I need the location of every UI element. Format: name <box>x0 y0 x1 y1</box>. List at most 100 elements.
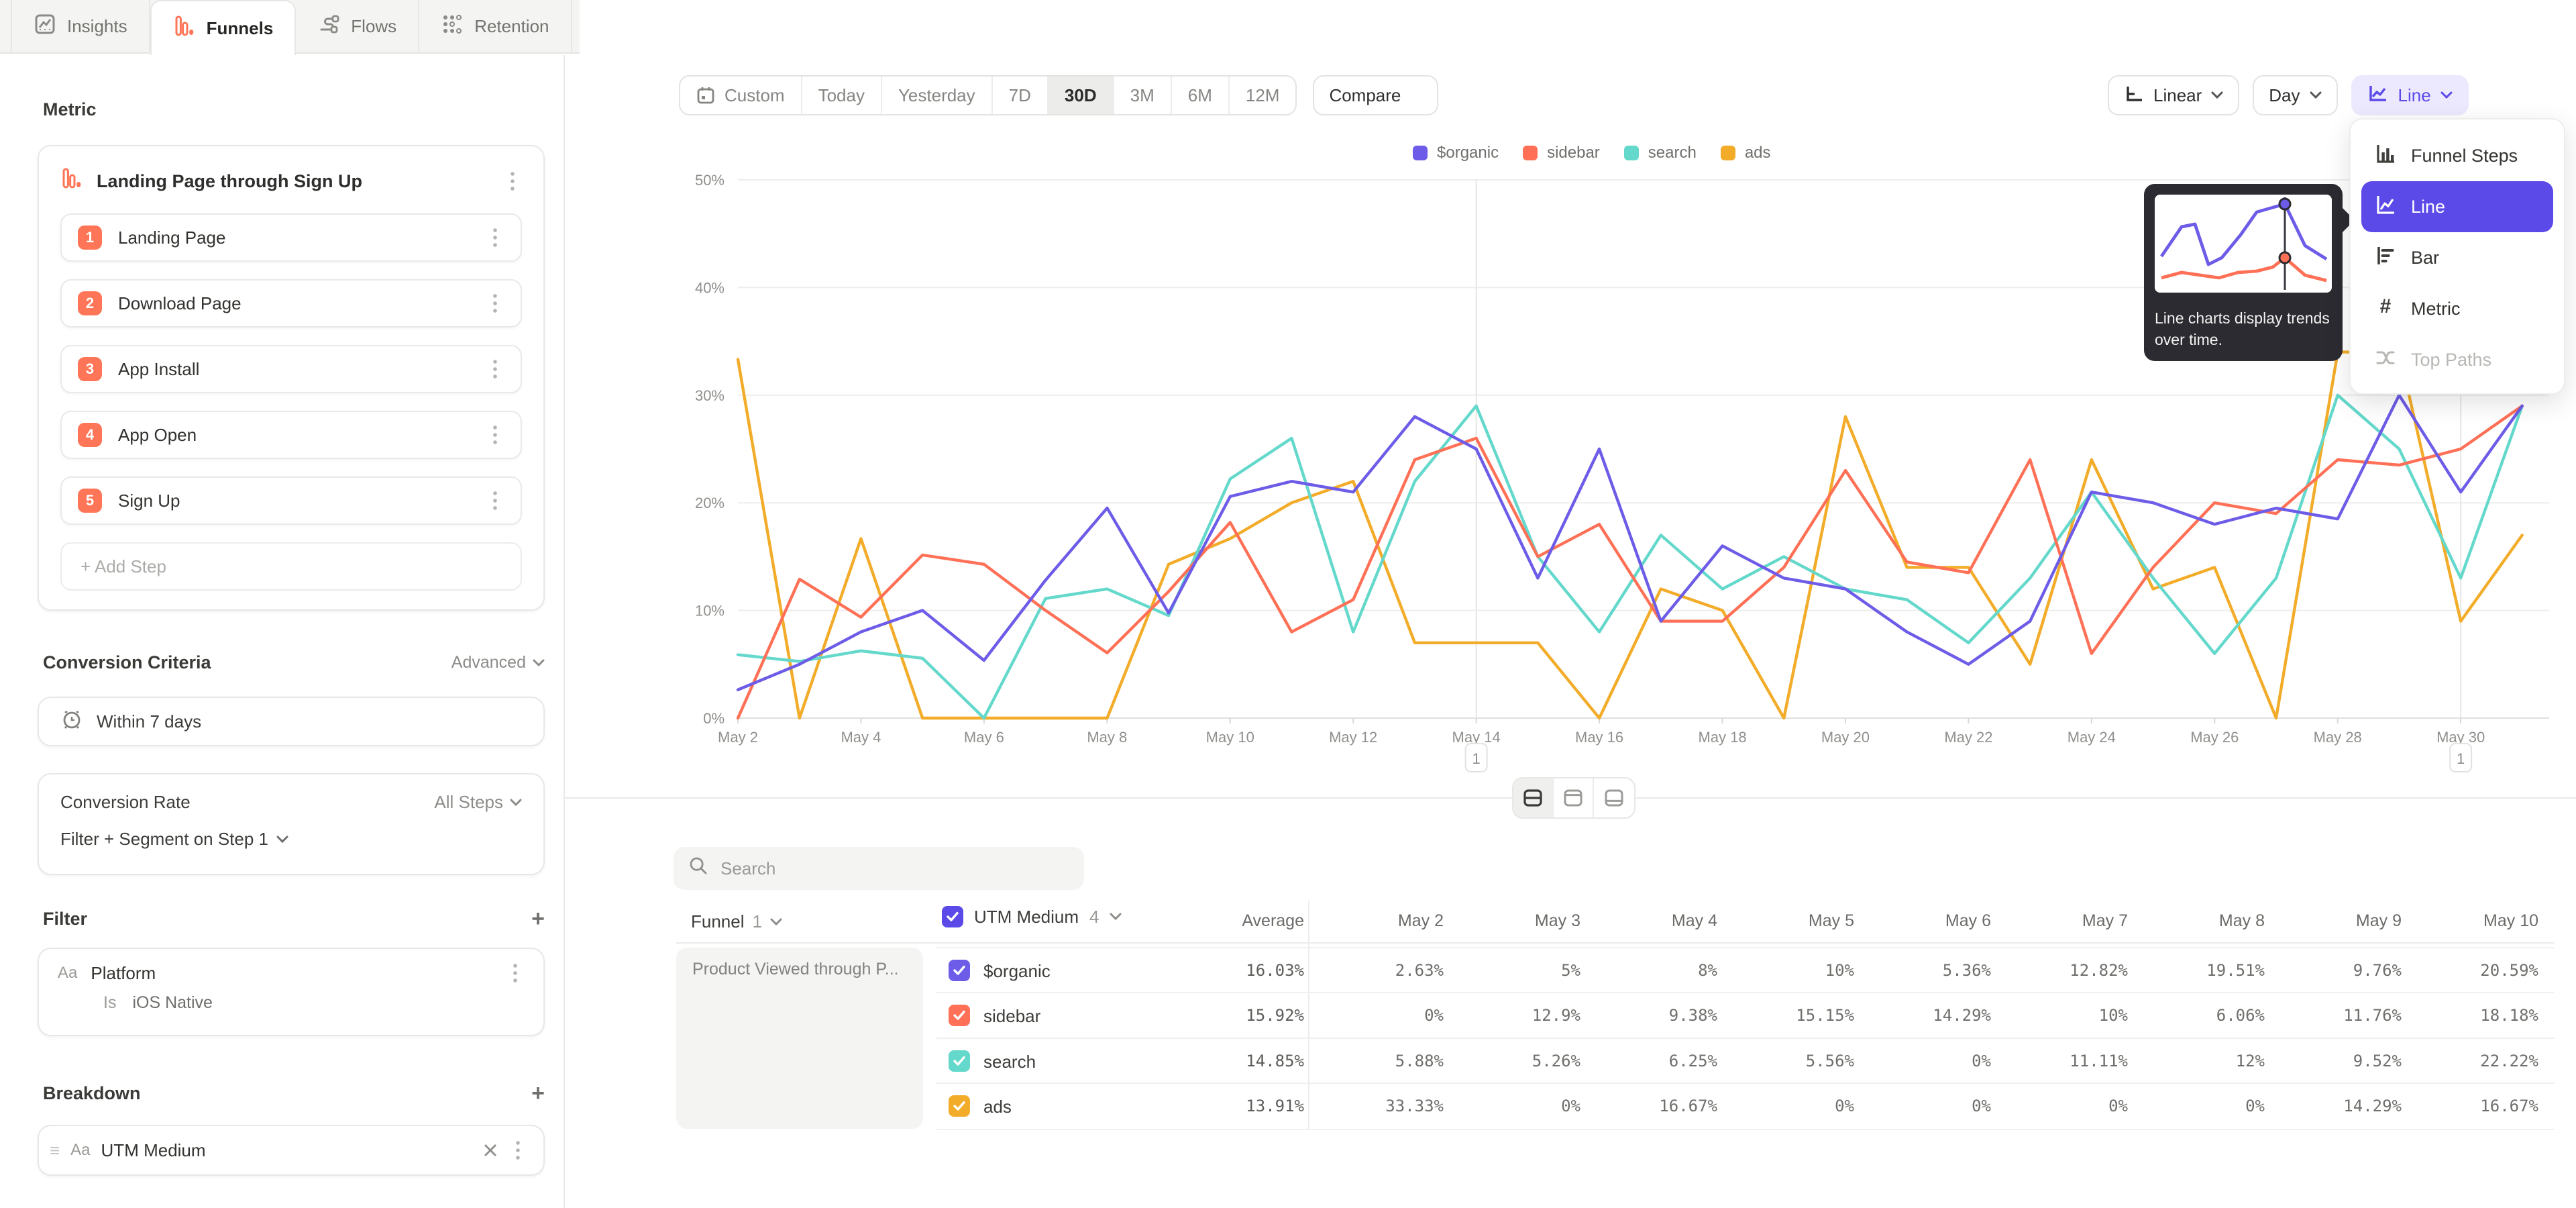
kebab-icon[interactable] <box>486 227 504 248</box>
kebab-icon[interactable] <box>486 490 504 511</box>
tab-retention[interactable]: Retention <box>419 0 572 52</box>
all-steps-dropdown[interactable]: All Steps <box>434 792 522 813</box>
series-checkbox[interactable] <box>949 960 970 981</box>
column-header[interactable]: May 4 <box>1594 911 1717 931</box>
tab-label: Flows <box>351 16 396 37</box>
table-value: 16.67% <box>1594 1097 1717 1115</box>
kebab-icon[interactable] <box>486 358 504 380</box>
column-header[interactable]: May 9 <box>2278 911 2402 931</box>
range-yesterday[interactable]: Yesterday <box>882 77 993 114</box>
conversion-window-value: Within 7 days <box>97 711 201 732</box>
svg-text:May 10: May 10 <box>1206 729 1254 746</box>
column-header[interactable]: May 3 <box>1457 911 1580 931</box>
kebab-icon[interactable] <box>503 170 522 192</box>
menu-item-bar[interactable]: Bar <box>2361 232 2553 283</box>
table-value: 2.63% <box>1320 961 1444 980</box>
funnel-step-4[interactable]: 4App Open <box>60 411 522 459</box>
filter-segment-dropdown[interactable]: Filter + Segment on Step 1 <box>60 829 522 850</box>
add-step-button[interactable]: + Add Step <box>60 542 522 591</box>
add-filter-button[interactable]: + <box>531 907 545 930</box>
breakdown-heading: Breakdown + <box>43 1082 545 1105</box>
conversion-window-card[interactable]: Within 7 days <box>38 697 545 746</box>
range-6m[interactable]: 6M <box>1172 77 1230 114</box>
table-row: search14.85%5.88%5.26%6.25%5.56%0%11.11%… <box>564 1038 2576 1084</box>
string-type-icon: Aa <box>70 1141 90 1160</box>
svg-text:30%: 30% <box>695 387 724 404</box>
column-header[interactable]: May 6 <box>1868 911 1991 931</box>
annotation-badge[interactable]: 1 <box>2450 744 2471 772</box>
kebab-icon[interactable] <box>486 293 504 314</box>
legend-item[interactable]: $organic <box>1413 144 1499 162</box>
breakdown-property[interactable]: UTM Medium <box>101 1140 472 1161</box>
legend-label: search <box>1648 144 1697 162</box>
legend-label: $organic <box>1437 144 1499 162</box>
series-checkbox[interactable] <box>949 1095 970 1117</box>
search-icon <box>688 856 708 881</box>
svg-text:May 16: May 16 <box>1575 729 1623 746</box>
annotation-badge[interactable]: 1 <box>1466 744 1487 772</box>
menu-item-label: Line <box>2411 197 2445 217</box>
scale-dropdown[interactable]: Linear <box>2108 75 2239 115</box>
column-header[interactable]: May 2 <box>1320 911 1444 931</box>
menu-item-metric[interactable]: #Metric <box>2361 283 2553 334</box>
kebab-icon[interactable] <box>508 1140 527 1161</box>
step-label: App Open <box>118 425 470 446</box>
tab-funnels[interactable]: Funnels <box>150 0 297 55</box>
add-breakdown-button[interactable]: + <box>531 1082 545 1105</box>
interval-dropdown[interactable]: Day <box>2253 75 2337 115</box>
layout-chart-only-button[interactable] <box>1554 778 1594 817</box>
range-30d[interactable]: 30D <box>1049 77 1114 114</box>
funnel-step-3[interactable]: 3App Install <box>60 345 522 393</box>
legend-item[interactable]: sidebar <box>1523 144 1600 162</box>
series-checkbox[interactable] <box>949 1050 970 1072</box>
chart-controls: Linear Day Line <box>2108 75 2469 115</box>
advanced-dropdown[interactable]: Advanced <box>451 653 545 672</box>
legend-item[interactable]: ads <box>1721 144 1771 162</box>
range-today[interactable]: Today <box>802 77 882 114</box>
tab-insights[interactable]: Insights <box>11 0 150 52</box>
funnel-step-2[interactable]: 2Download Page <box>60 279 522 328</box>
table-value: 13.91% <box>1181 1097 1304 1115</box>
table-search <box>674 847 1084 890</box>
filter-operator[interactable]: Is <box>103 993 116 1013</box>
column-header[interactable]: May 8 <box>2141 911 2265 931</box>
funnel-name[interactable]: Landing Page through Sign Up <box>97 171 490 192</box>
search-input[interactable] <box>720 858 1056 879</box>
range-custom[interactable]: Custom <box>680 77 802 114</box>
tooltip-preview-chart <box>2155 195 2332 293</box>
funnel-step-1[interactable]: 1Landing Page <box>60 213 522 262</box>
range-7d[interactable]: 7D <box>993 77 1049 114</box>
legend-item[interactable]: search <box>1624 144 1697 162</box>
column-header[interactable]: Average <box>1181 911 1304 931</box>
compare-button[interactable]: Compare <box>1313 75 1438 115</box>
column-header[interactable]: May 10 <box>2415 911 2538 931</box>
filter-value[interactable]: iOS Native <box>132 993 212 1013</box>
range-12m[interactable]: 12M <box>1230 77 1296 114</box>
chart-type-dropdown[interactable]: Line <box>2351 75 2469 115</box>
split-view-icon <box>1523 789 1543 807</box>
menu-item-line[interactable]: Line <box>2361 181 2553 232</box>
layout-split-button[interactable] <box>1513 778 1554 817</box>
tab-flows[interactable]: Flows <box>296 0 419 52</box>
kebab-icon[interactable] <box>486 424 504 446</box>
remove-breakdown-icon[interactable] <box>483 1138 498 1163</box>
funnel-step-5[interactable]: 5Sign Up <box>60 476 522 525</box>
tooltip-text: Line charts display trends over time. <box>2155 307 2332 350</box>
menu-item-funnel-steps[interactable]: Funnel Steps <box>2361 130 2553 181</box>
tab-label: Insights <box>67 16 127 37</box>
range-3m[interactable]: 3M <box>1114 77 1172 114</box>
series-name: $organic <box>983 961 1051 982</box>
drag-handle-icon[interactable]: ≡ <box>50 1140 60 1161</box>
step-label: Landing Page <box>118 228 470 248</box>
kebab-icon[interactable] <box>506 962 525 984</box>
table-value: 5.56% <box>1731 1052 1854 1070</box>
svg-text:0%: 0% <box>703 710 724 727</box>
filter-property[interactable]: Platform <box>91 963 492 984</box>
series-checkbox[interactable] <box>949 1005 970 1026</box>
row-divider <box>936 992 2555 993</box>
layout-table-only-button[interactable] <box>1594 778 1634 817</box>
legend-swatch <box>1413 146 1428 160</box>
table-value: 6.06% <box>2141 1006 2265 1025</box>
column-header[interactable]: May 5 <box>1731 911 1854 931</box>
column-header[interactable]: May 7 <box>2004 911 2128 931</box>
